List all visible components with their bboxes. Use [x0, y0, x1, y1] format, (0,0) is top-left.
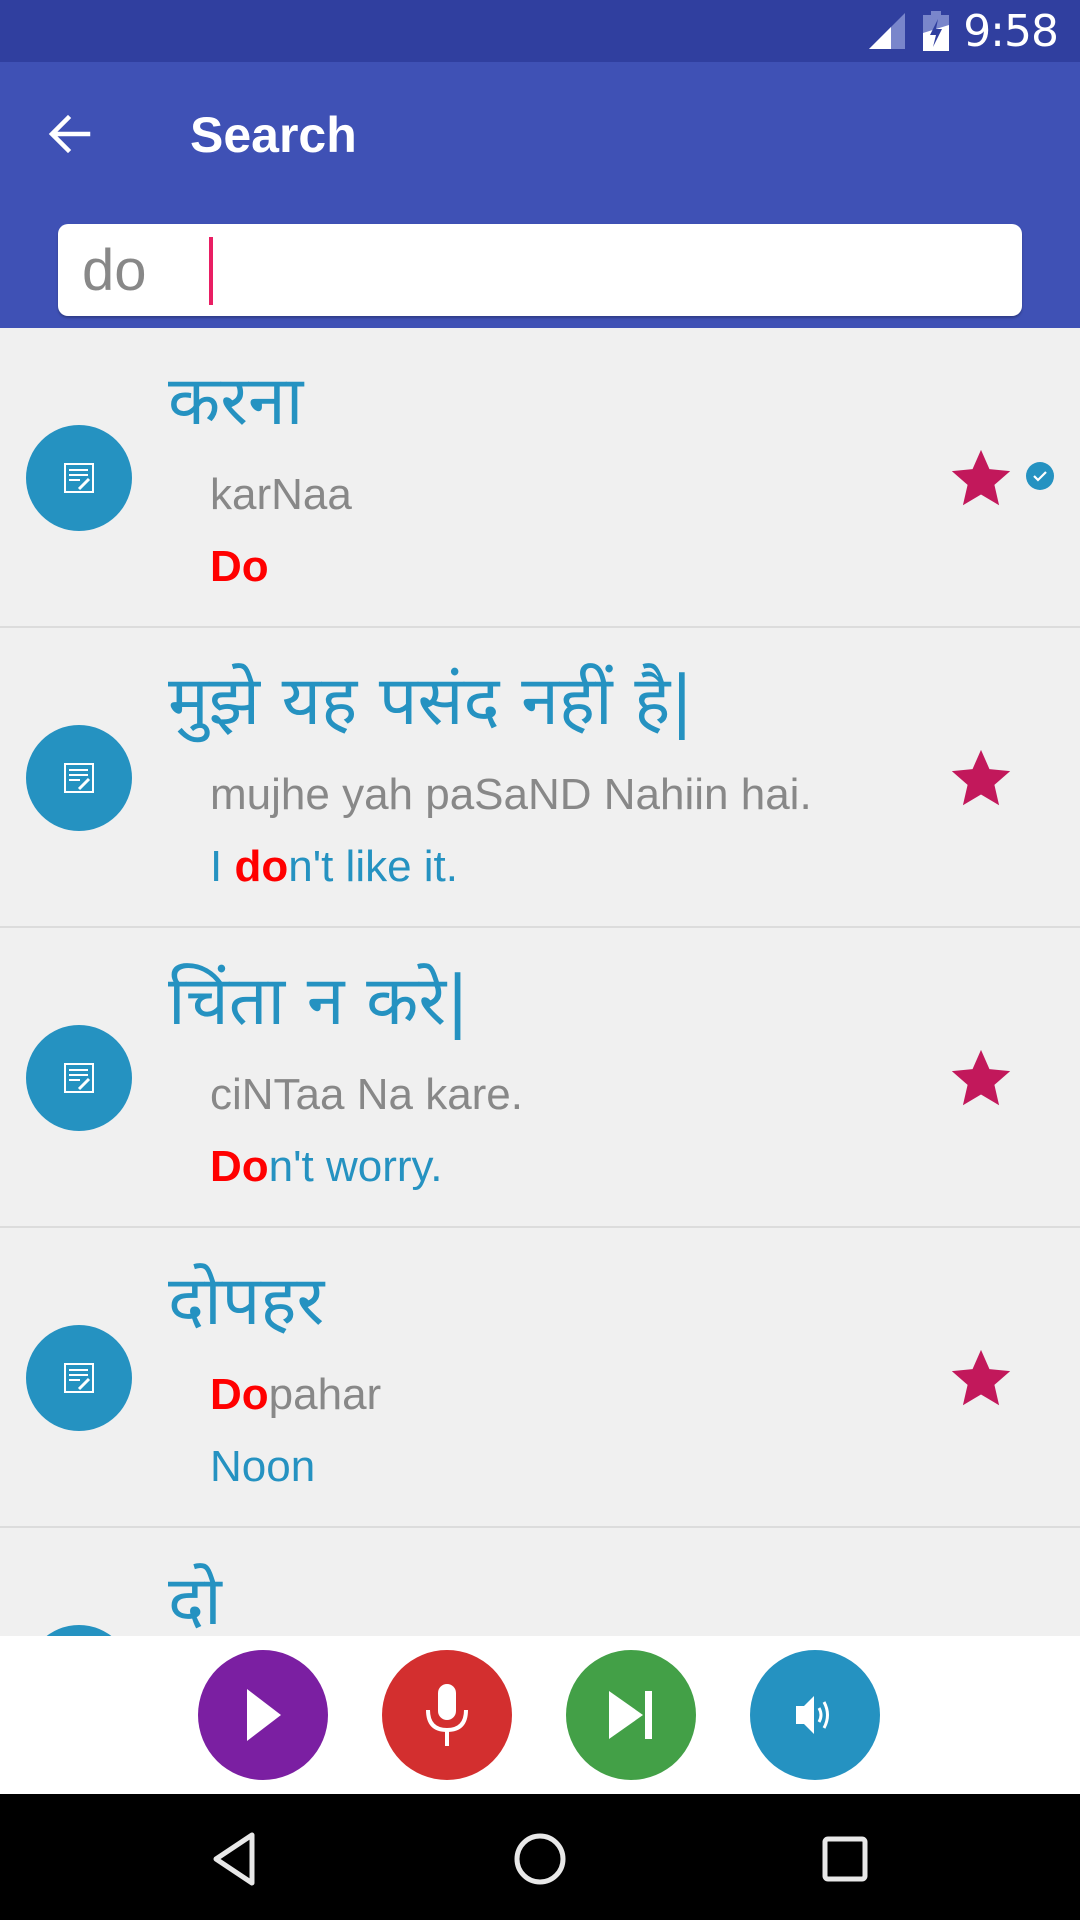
nav-back-icon — [213, 1832, 255, 1886]
skip-next-icon — [609, 1691, 652, 1739]
note-edit-icon — [64, 763, 94, 793]
list-item[interactable]: दो — [0, 1528, 1080, 1636]
search-field[interactable] — [58, 224, 1022, 316]
transliteration: mujhe yah paSaND Nahiin hai. — [210, 770, 812, 819]
note-icon-button[interactable] — [26, 425, 132, 531]
note-edit-icon — [64, 1363, 94, 1393]
battery-charging-icon — [923, 11, 950, 51]
star-icon[interactable] — [946, 444, 1016, 514]
list-item[interactable]: दोपहर Dopahar Noon — [0, 1228, 1080, 1528]
nav-recents-button[interactable] — [810, 1824, 880, 1894]
note-edit-icon — [64, 1063, 94, 1093]
skip-next-button[interactable] — [566, 1650, 696, 1780]
play-button[interactable] — [198, 1650, 328, 1780]
star-icon[interactable] — [946, 744, 1016, 814]
text-caret — [209, 237, 213, 305]
search-input[interactable] — [82, 224, 982, 316]
english-translation: Do — [210, 542, 269, 591]
nav-recents-icon — [822, 1836, 868, 1882]
note-edit-icon — [64, 463, 94, 493]
results-list[interactable]: करना karNaa Do मुझे यह पसंद नहीं है| muj… — [0, 328, 1080, 1636]
transliteration: ciNTaa Na kare. — [210, 1070, 524, 1119]
playback-controls — [0, 1636, 1080, 1794]
hindi-text: दोपहर — [168, 1262, 325, 1341]
page-title: Search — [190, 107, 357, 163]
english-translation: Don't worry. — [210, 1142, 443, 1191]
cell-signal-icon — [869, 13, 906, 49]
check-circle-icon — [1026, 462, 1054, 490]
speaker-button[interactable] — [750, 1650, 880, 1780]
microphone-button[interactable] — [382, 1650, 512, 1780]
arrow-back-icon — [48, 114, 91, 154]
hindi-text: मुझे यह पसंद नहीं है| — [168, 662, 694, 741]
play-icon — [247, 1689, 281, 1741]
transliteration: Dopahar — [210, 1370, 382, 1419]
back-button[interactable] — [40, 104, 100, 164]
english-translation: I don't like it. — [210, 842, 459, 891]
status-time: 9:58 — [963, 5, 1059, 57]
list-item[interactable]: करना karNaa Do — [0, 328, 1080, 628]
volume-icon — [796, 1696, 829, 1734]
nav-home-icon — [514, 1833, 566, 1885]
hindi-text: दो — [168, 1562, 222, 1636]
status-bar: 9:58 — [0, 0, 1080, 62]
english-translation: Noon — [210, 1442, 316, 1491]
system-nav-bar — [0, 1794, 1080, 1920]
star-icon[interactable] — [946, 1344, 1016, 1414]
nav-home-button[interactable] — [505, 1824, 575, 1894]
hindi-text: करना — [168, 362, 304, 441]
nav-back-button[interactable] — [200, 1824, 270, 1894]
star-icon[interactable] — [946, 1044, 1016, 1114]
status-icons: 9:58 — [869, 0, 1059, 62]
note-icon-button[interactable] — [26, 1325, 132, 1431]
hindi-text: चिंता न करे| — [168, 962, 470, 1041]
note-icon-button[interactable] — [26, 1025, 132, 1131]
list-item[interactable]: मुझे यह पसंद नहीं है| mujhe yah paSaND N… — [0, 628, 1080, 928]
transliteration: karNaa — [210, 470, 352, 519]
list-item[interactable]: चिंता न करे| ciNTaa Na kare. Don't worry… — [0, 928, 1080, 1228]
microphone-icon — [426, 1684, 468, 1746]
app-bar: Search — [0, 62, 1080, 328]
note-icon-button[interactable] — [26, 725, 132, 831]
note-icon-button[interactable] — [26, 1625, 132, 1636]
